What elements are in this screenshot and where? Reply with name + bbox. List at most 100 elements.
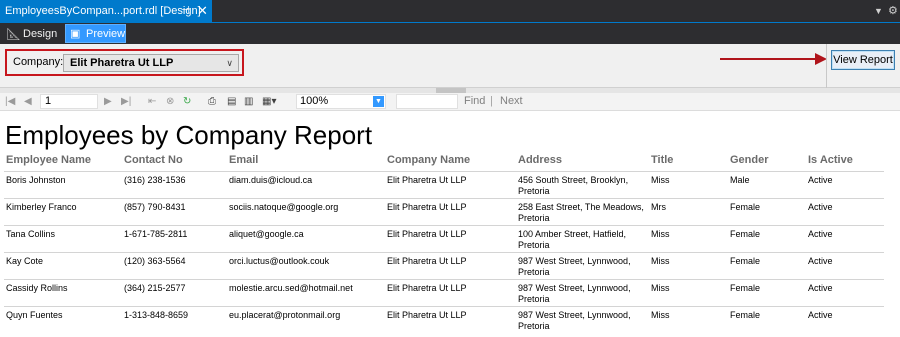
cell-contact-no: 1-671-785-2811 — [122, 224, 227, 252]
gear-icon[interactable]: ⚙ — [888, 0, 898, 22]
cell-employee-name: Tana Collins — [4, 224, 122, 252]
print-layout-icon[interactable]: ▤ — [227, 95, 236, 109]
find-separator: | — [490, 95, 493, 107]
page-number-input[interactable]: 1 — [40, 94, 98, 109]
cell-company-name: Elit Pharetra Ut LLP — [385, 305, 516, 333]
table-row: Boris Johnston (316) 238-1536 diam.duis@… — [4, 170, 884, 198]
previous-page-icon[interactable]: ◀ — [24, 95, 32, 109]
export-icon[interactable]: ▦▾ — [262, 95, 276, 109]
column-header: Is Active — [808, 154, 853, 166]
design-tab-label: Design — [23, 28, 58, 40]
design-icon: 📐︎ — [6, 27, 22, 41]
back-icon[interactable]: ⇤ — [148, 95, 156, 109]
table-header-row: Employee Name Contact No Email Company N… — [4, 154, 884, 171]
find-input[interactable] — [396, 94, 458, 109]
cell-employee-name: Cassidy Rollins — [4, 278, 122, 306]
cell-is-active: Active — [806, 224, 884, 252]
pin-icon[interactable]: ⊣ — [181, 0, 190, 22]
cell-email: eu.placerat@protonmail.org — [227, 305, 385, 333]
cell-email: orci.luctus@outlook.couk — [227, 251, 385, 279]
cell-employee-name: Quyn Fuentes — [4, 305, 122, 333]
annotation-arrow-shaft — [720, 58, 820, 60]
close-icon[interactable]: ✕ — [197, 0, 208, 22]
stop-icon[interactable]: ⊗ — [166, 95, 174, 109]
company-select-value: Elit Pharetra Ut LLP — [70, 57, 174, 69]
cell-gender: Female — [728, 251, 806, 279]
cell-contact-no: (857) 790-8431 — [122, 197, 227, 225]
window-menu-icon[interactable]: ▼ — [874, 0, 883, 22]
cell-employee-name: Kay Cote — [4, 251, 122, 279]
cell-company-name: Elit Pharetra Ut LLP — [385, 224, 516, 252]
cell-email: diam.duis@icloud.ca — [227, 170, 385, 198]
parameter-area: Company: Elit Pharetra Ut LLP ∨ — [0, 44, 900, 88]
cell-contact-no: (120) 363-5564 — [122, 251, 227, 279]
column-header: Contact No — [124, 154, 183, 166]
zoom-dropdown-icon[interactable]: ▼ — [373, 96, 384, 107]
cell-employee-name: Kimberley Franco — [4, 197, 122, 225]
cell-address: 258 East Street, The Meadows, Pretoria — [516, 197, 649, 225]
first-page-icon[interactable]: |◀ — [5, 95, 15, 109]
cell-contact-no: (316) 238-1536 — [122, 170, 227, 198]
page-setup-icon[interactable]: ▥ — [244, 95, 253, 109]
cell-gender: Female — [728, 278, 806, 306]
mode-bar: 📐︎ Design ▣ Preview — [0, 22, 900, 44]
cell-company-name: Elit Pharetra Ut LLP — [385, 278, 516, 306]
company-parameter: Company: Elit Pharetra Ut LLP ∨ — [5, 49, 244, 76]
cell-email: sociis.natoque@google.org — [227, 197, 385, 225]
cell-address: 987 West Street, Lynnwood, Pretoria — [516, 278, 649, 306]
cell-is-active: Active — [806, 170, 884, 198]
cell-contact-no: 1-313-848-8659 — [122, 305, 227, 333]
cell-is-active: Active — [806, 197, 884, 225]
column-header: Address — [518, 154, 563, 166]
print-icon[interactable]: ⎙ — [208, 95, 216, 109]
document-tab-bar: EmployeesByCompan...port.rdl [Design] ⊣ … — [0, 0, 900, 22]
cell-company-name: Elit Pharetra Ut LLP — [385, 197, 516, 225]
cell-gender: Female — [728, 197, 806, 225]
preview-tab-label: Preview — [86, 28, 126, 40]
zoom-select[interactable]: 100% ▼ — [296, 94, 386, 109]
table-row: Kay Cote (120) 363-5564 orci.luctus@outl… — [4, 251, 884, 279]
cell-company-name: Elit Pharetra Ut LLP — [385, 251, 516, 279]
report-canvas: Employees by Company Report Employee Nam… — [0, 111, 900, 337]
cell-address: 987 West Street, Lynnwood, Pretoria — [516, 305, 649, 333]
find-button[interactable]: Find — [464, 95, 485, 107]
report-toolbar: |◀ ◀ 1 ▶ ▶| ⇤ ⊗ ↻ ⎙ ▤ ▥ ▦▾ 100% ▼ Find |… — [0, 93, 900, 111]
preview-icon: ▣ — [70, 28, 81, 40]
cell-is-active: Active — [806, 278, 884, 306]
cell-address: 987 West Street, Lynnwood, Pretoria — [516, 251, 649, 279]
report-title: Employees by Company Report — [5, 120, 373, 150]
table-row: Tana Collins 1-671-785-2811 aliquet@goog… — [4, 224, 884, 252]
table-row: Cassidy Rollins (364) 215-2577 molestie.… — [4, 278, 884, 306]
find-next-button[interactable]: Next — [500, 95, 523, 107]
zoom-value: 100% — [300, 95, 329, 107]
cell-address: 456 South Street, Brooklyn, Pretoria — [516, 170, 649, 198]
cell-title: Miss — [649, 224, 728, 252]
table-row: Kimberley Franco (857) 790-8431 sociis.n… — [4, 197, 884, 225]
parameter-separator — [826, 44, 827, 88]
cell-email: molestie.arcu.sed@hotmail.net — [227, 278, 385, 306]
cell-contact-no: (364) 215-2577 — [122, 278, 227, 306]
document-tab[interactable]: EmployeesByCompan...port.rdl [Design] ⊣ … — [0, 0, 212, 22]
company-label: Company: — [13, 56, 64, 68]
cell-title: Miss — [649, 305, 728, 333]
column-header: Gender — [730, 154, 769, 166]
design-tab[interactable]: 📐︎ Design — [6, 25, 57, 43]
last-page-icon[interactable]: ▶| — [121, 95, 131, 109]
view-report-button[interactable]: View Report — [831, 50, 895, 70]
column-header: Employee Name — [6, 154, 91, 166]
table-row: Quyn Fuentes 1-313-848-8659 eu.placerat@… — [4, 305, 884, 333]
column-header: Email — [229, 154, 259, 166]
employees-table: Employee Name Contact No Email Company N… — [4, 154, 884, 333]
cell-title: Miss — [649, 170, 728, 198]
cell-gender: Female — [728, 224, 806, 252]
cell-gender: Male — [728, 170, 806, 198]
cell-address: 100 Amber Street, Hatfield, Pretoria — [516, 224, 649, 252]
preview-tab[interactable]: ▣ Preview — [65, 24, 126, 43]
column-header: Company Name — [387, 154, 471, 166]
cell-title: Miss — [649, 278, 728, 306]
cell-title: Mrs — [649, 197, 728, 225]
refresh-icon[interactable]: ↻ — [183, 95, 191, 109]
next-page-icon[interactable]: ▶ — [104, 95, 112, 109]
company-select[interactable]: Elit Pharetra Ut LLP ∨ — [63, 54, 239, 72]
column-header: Title — [651, 154, 674, 166]
